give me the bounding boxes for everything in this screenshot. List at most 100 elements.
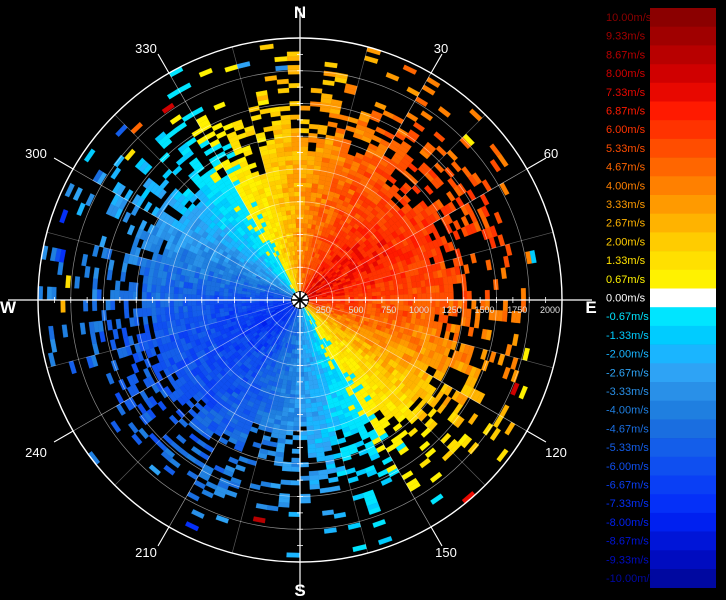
velocity-gate bbox=[201, 309, 207, 316]
velocity-gate bbox=[284, 201, 291, 207]
velocity-gate bbox=[290, 466, 301, 472]
velocity-gate bbox=[293, 417, 301, 423]
velocity-gate bbox=[214, 308, 220, 314]
range-tick-label: 500 bbox=[348, 305, 363, 315]
velocity-gate bbox=[195, 299, 201, 306]
velocity-gate bbox=[299, 173, 307, 179]
velocity-gate bbox=[307, 448, 317, 454]
velocity-gate bbox=[200, 294, 206, 301]
velocity-gate bbox=[307, 371, 313, 377]
velocity-gate bbox=[173, 286, 179, 294]
velocity-gate bbox=[394, 294, 400, 301]
velocity-gate bbox=[289, 236, 295, 243]
velocity-gate bbox=[442, 314, 449, 324]
velocity-gate bbox=[305, 182, 313, 188]
velocity-gate bbox=[306, 434, 315, 440]
velocity-gate bbox=[277, 87, 290, 94]
velocity-gate bbox=[294, 399, 301, 405]
velocity-gate bbox=[200, 304, 206, 311]
velocity-gate bbox=[430, 292, 436, 301]
velocity-gate bbox=[295, 218, 301, 224]
velocity-gate bbox=[286, 380, 292, 386]
velocity-gate bbox=[273, 460, 284, 467]
velocity-gate bbox=[302, 358, 307, 364]
velocity-gate bbox=[146, 299, 152, 309]
velocity-gate bbox=[394, 289, 400, 296]
velocity-gate bbox=[123, 308, 130, 319]
velocity-gate bbox=[291, 457, 301, 463]
velocity-gate bbox=[196, 283, 202, 290]
velocity-gate bbox=[245, 302, 251, 306]
velocity-gate bbox=[306, 173, 314, 179]
velocity-gate bbox=[286, 214, 292, 220]
legend-swatch bbox=[650, 26, 716, 46]
velocity-gate bbox=[227, 303, 233, 308]
velocity-gate bbox=[402, 282, 408, 290]
velocity-gate bbox=[191, 305, 197, 312]
velocity-gate bbox=[205, 285, 211, 291]
legend-swatch bbox=[650, 419, 716, 439]
legend-label: 5.33m/s bbox=[606, 143, 646, 155]
legend-label: 1.33m/s bbox=[606, 255, 646, 267]
velocity-gate bbox=[358, 293, 364, 298]
velocity-gate bbox=[291, 376, 297, 382]
velocity-gate bbox=[353, 290, 359, 295]
legend-swatch bbox=[650, 569, 716, 588]
velocity-gate bbox=[287, 182, 295, 188]
velocity-gate bbox=[299, 435, 308, 441]
velocity-gate bbox=[288, 403, 295, 409]
velocity-gate bbox=[290, 114, 301, 120]
velocity-gate bbox=[293, 412, 301, 418]
velocity-gate bbox=[150, 292, 156, 301]
velocity-gate bbox=[306, 421, 314, 427]
legend-label: 9.33m/s bbox=[606, 31, 646, 43]
velocity-gate bbox=[309, 205, 315, 211]
velocity-gate bbox=[444, 292, 450, 301]
velocity-gate bbox=[305, 407, 312, 413]
velocity-gate bbox=[182, 299, 188, 307]
velocity-gate bbox=[201, 284, 207, 291]
velocity-gate bbox=[191, 299, 197, 306]
range-tick-label: 250 bbox=[316, 305, 331, 315]
bearing-label: 300 bbox=[25, 146, 47, 161]
velocity-gate bbox=[299, 430, 308, 436]
legend-label: 0.67m/s bbox=[606, 274, 646, 286]
velocity-gate bbox=[160, 306, 166, 315]
velocity-gate bbox=[417, 293, 423, 301]
velocity-gate bbox=[292, 164, 301, 170]
velocity-gate bbox=[281, 128, 292, 134]
velocity-gate bbox=[218, 295, 224, 301]
velocity-gate bbox=[182, 293, 188, 301]
velocity-gate bbox=[299, 204, 306, 210]
velocity-gate bbox=[155, 292, 161, 301]
velocity-gate bbox=[299, 150, 308, 156]
velocity-gate bbox=[393, 284, 399, 291]
legend-swatch bbox=[650, 8, 716, 27]
legend-label: -0.67m/s bbox=[606, 311, 649, 323]
velocity-gate bbox=[294, 394, 301, 400]
velocity-gate bbox=[236, 305, 243, 311]
legend-swatch bbox=[650, 138, 716, 158]
velocity-gate bbox=[466, 290, 472, 301]
legend-swatch bbox=[650, 363, 716, 383]
velocity-gate bbox=[430, 299, 436, 308]
velocity-gate bbox=[292, 155, 301, 161]
velocity-gate bbox=[299, 394, 306, 400]
velocity-gate bbox=[182, 287, 188, 295]
legend-label: -2.67m/s bbox=[606, 367, 649, 379]
velocity-gate bbox=[280, 114, 291, 121]
velocity-gate bbox=[290, 385, 296, 391]
velocity-gate bbox=[304, 209, 310, 215]
velocity-gate bbox=[294, 403, 301, 409]
velocity-gate bbox=[293, 421, 301, 427]
velocity-gate bbox=[282, 192, 290, 198]
legend-label: 8.00m/s bbox=[606, 68, 646, 80]
velocity-gate bbox=[294, 204, 301, 210]
velocity-gate bbox=[434, 285, 440, 294]
velocity-gate bbox=[205, 289, 211, 296]
velocity-gate bbox=[308, 123, 319, 130]
velocity-gate bbox=[376, 295, 382, 301]
velocity-gate bbox=[218, 303, 224, 309]
velocity-gate bbox=[484, 289, 490, 301]
velocity-gate bbox=[291, 371, 297, 377]
